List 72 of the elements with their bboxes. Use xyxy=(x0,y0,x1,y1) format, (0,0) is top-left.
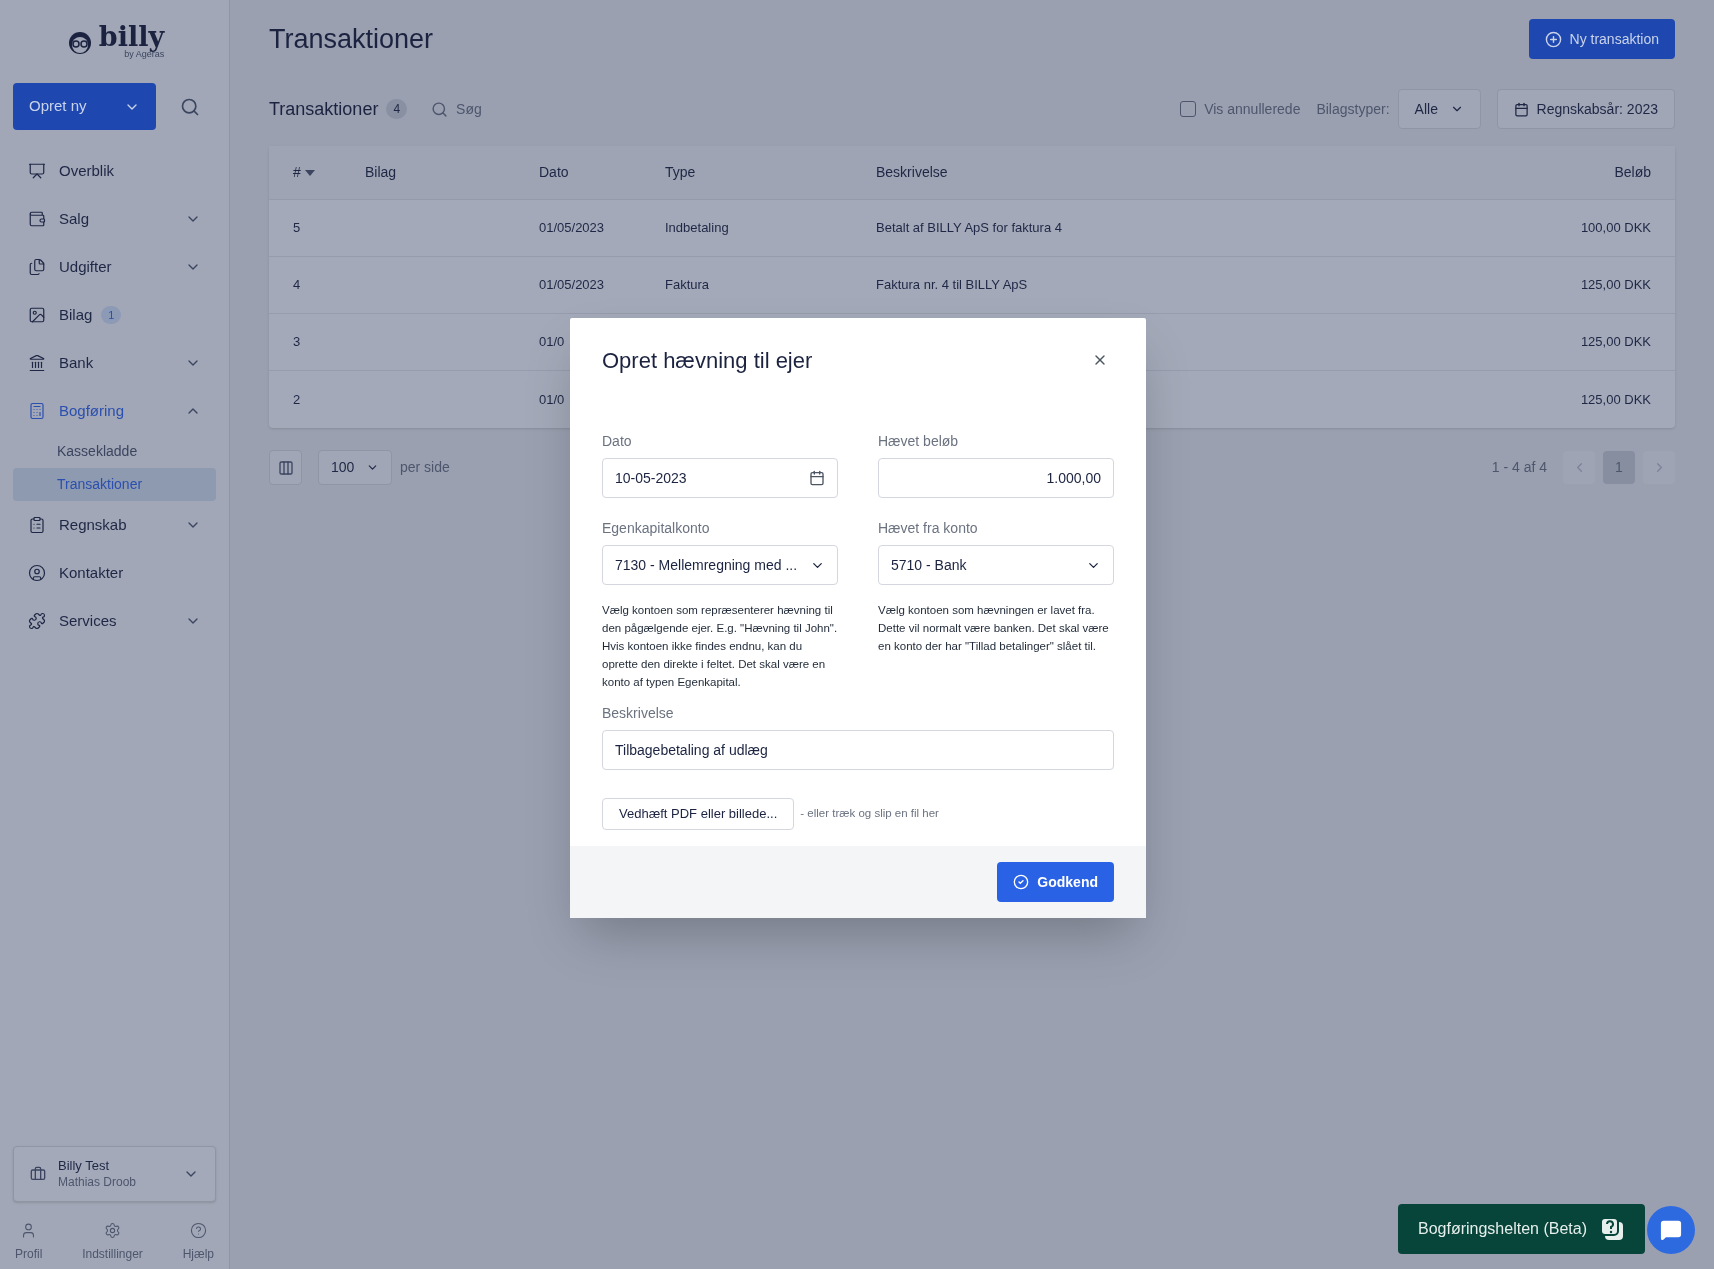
field-label: Hævet fra konto xyxy=(878,519,979,538)
nav-item[interactable]: Kontakter xyxy=(13,549,216,597)
column-header[interactable]: Beskrivelse xyxy=(876,162,948,183)
organization-name: Billy Test xyxy=(58,1158,111,1175)
description-field[interactable]: Tilbagebetaling af udlæg xyxy=(602,730,1114,770)
nav-item[interactable]: Services xyxy=(13,597,216,645)
footer-link[interactable]: Hjælp xyxy=(182,1222,214,1263)
count-badge: 4 xyxy=(386,99,408,119)
assistant-button[interactable]: Bogføringshelten (Beta) xyxy=(1398,1204,1645,1254)
column-header[interactable]: # xyxy=(293,162,301,183)
table-cell-text: 4 xyxy=(293,276,302,295)
search-field[interactable]: Søg xyxy=(431,98,517,120)
date-field[interactable]: 10-05-2023 xyxy=(602,458,838,498)
logo-wordmark: billy xyxy=(98,23,165,50)
nav-item[interactable]: Salg xyxy=(13,195,216,243)
field-label: Beskrivelse xyxy=(602,704,675,723)
footer-link[interactable]: Profil xyxy=(15,1222,43,1263)
fiscal-year-button[interactable]: Regnskabsår: 2023 xyxy=(1496,89,1675,129)
per-page-label: per side xyxy=(400,458,450,477)
attach-file-button[interactable]: Vedhæft PDF eller billede... xyxy=(602,798,795,830)
checkbox-label: Vis annullerede xyxy=(1204,99,1301,119)
table-cell-text: Faktura nr. 4 til BILLY ApS xyxy=(876,276,1029,295)
field-label: Egenkapitalkonto xyxy=(602,519,711,538)
type-dropdown[interactable]: Alle xyxy=(1397,89,1481,129)
help-text: Vælg kontoen som hævningen er lavet fra. Dette vil normalt være banken. Det skal være en konto der har "Tillad betalinger" slået til. xyxy=(878,603,1110,654)
table-cell-text: Faktura xyxy=(665,276,711,295)
table-cell-text: 3 xyxy=(293,333,302,352)
field-label: Hævet beløb xyxy=(878,432,960,451)
help-text: Vælg kontoen som repræsenterer hævning til den pågælgende ejer. E.g. "Hævning til John". Hvis kontoen ikke findes endnu, kan du oprette den direkte i feltet. Det skal være en konto af typen Egenkapital. xyxy=(602,603,838,690)
nav-item[interactable]: Bilag 1 xyxy=(13,291,216,339)
amount-field[interactable]: 1.000,00 xyxy=(878,458,1114,498)
table-cell-text: 01/05/2023 xyxy=(539,276,606,295)
nav-subitem[interactable]: Kassekladde xyxy=(13,435,216,468)
page-range: 1 - 4 af 4 xyxy=(1491,458,1547,477)
new-transaction-button[interactable]: Ny transaktion xyxy=(1528,19,1675,59)
count-badge: 1 xyxy=(101,305,122,325)
column-header[interactable]: Beløb xyxy=(1614,164,1651,180)
footer-link[interactable]: Indstillinger xyxy=(82,1222,143,1263)
page-title: Transaktioner xyxy=(269,22,434,56)
approve-button[interactable]: Godkend xyxy=(997,862,1114,902)
table-cell-text: 01/0 xyxy=(539,390,566,409)
user-name: Mathias Droob xyxy=(58,1174,137,1190)
table-cell-text: 125,00 DKK xyxy=(1579,333,1651,352)
nav-item[interactable]: Regnskab xyxy=(13,501,216,549)
column-header[interactable]: Bilag xyxy=(365,162,397,183)
column-header[interactable]: Dato xyxy=(539,162,569,183)
table-cell-text: Indbetaling xyxy=(665,219,730,238)
table-cell-text: 01/0 xyxy=(539,333,566,352)
table-cell-text: 100,00 DKK xyxy=(1579,219,1651,238)
table-cell-text: 125,00 DKK xyxy=(1579,390,1651,409)
section-title: Transaktioner xyxy=(269,97,379,121)
dialog-title: Opret hævning til ejer xyxy=(602,347,813,375)
table-cell-text: 01/05/2023 xyxy=(539,219,606,238)
drop-hint: - eller træk og slip en fil her xyxy=(800,806,939,822)
table-cell-text: 125,00 DKK xyxy=(1579,276,1651,295)
table-cell-text: 2 xyxy=(293,390,302,409)
nav-item[interactable]: Overblik xyxy=(13,147,216,195)
search-input[interactable]: Søg xyxy=(456,98,517,120)
account-dropdown[interactable]: 5710 - Bank xyxy=(878,545,1114,585)
nav-item[interactable]: Udgifter xyxy=(13,243,216,291)
organization-switcher[interactable]: Billy Test Mathias Droob xyxy=(13,1146,216,1202)
table-cell-text: Betalt af BILLY ApS for faktura 4 xyxy=(876,219,1063,238)
per-page-dropdown[interactable]: 100 xyxy=(318,450,392,485)
filter-label: Bilagstyper: xyxy=(1316,99,1390,119)
account-dropdown[interactable]: 7130 - Mellemregning med ... xyxy=(602,545,838,585)
table-cell-text: 5 xyxy=(293,219,302,238)
field-label: Dato xyxy=(602,432,633,451)
column-header[interactable]: Type xyxy=(665,162,696,183)
nav-item[interactable]: Bogføring xyxy=(13,387,216,435)
nav-item[interactable]: Bank xyxy=(13,339,216,387)
create-new-button[interactable]: Opret ny xyxy=(13,83,156,130)
logo-tagline: by Ageras xyxy=(124,50,165,59)
